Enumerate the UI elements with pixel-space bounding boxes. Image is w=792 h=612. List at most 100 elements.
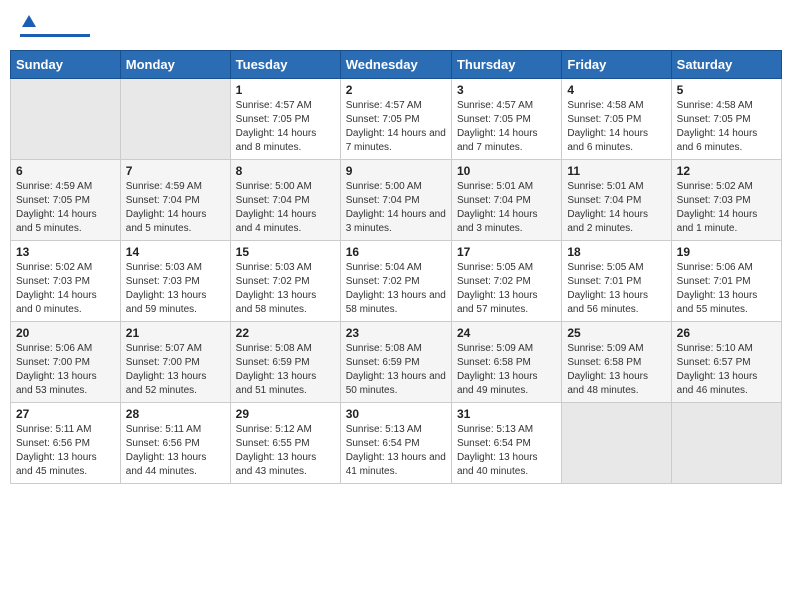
calendar-cell: 29 Sunrise: 5:12 AMSunset: 6:55 PMDayligh…	[230, 403, 340, 484]
calendar-cell	[671, 403, 781, 484]
day-header-friday: Friday	[562, 51, 671, 79]
logo	[20, 15, 90, 37]
day-number: 28	[126, 407, 225, 421]
day-info: Sunrise: 5:01 AMSunset: 7:04 PMDaylight:…	[457, 180, 556, 236]
calendar-cell	[562, 403, 671, 484]
day-number: 27	[16, 407, 115, 421]
day-number: 22	[236, 326, 335, 340]
day-number: 20	[16, 326, 115, 340]
day-number: 6	[16, 164, 115, 178]
day-info: Sunrise: 5:09 AMSunset: 6:58 PMDaylight:…	[567, 342, 665, 398]
day-number: 1	[236, 83, 335, 97]
day-info: Sunrise: 5:02 AMSunset: 7:03 PMDaylight:…	[677, 180, 776, 236]
day-number: 23	[346, 326, 446, 340]
day-header-wednesday: Wednesday	[340, 51, 451, 79]
calendar-cell: 17 Sunrise: 5:05 AMSunset: 7:02 PMDayligh…	[451, 241, 561, 322]
day-info: Sunrise: 5:01 AMSunset: 7:04 PMDaylight:…	[567, 180, 665, 236]
calendar-cell: 11 Sunrise: 5:01 AMSunset: 7:04 PMDayligh…	[562, 160, 671, 241]
day-info: Sunrise: 4:57 AMSunset: 7:05 PMDaylight:…	[457, 99, 556, 155]
day-info: Sunrise: 5:00 AMSunset: 7:04 PMDaylight:…	[346, 180, 446, 236]
day-number: 19	[677, 245, 776, 259]
day-info: Sunrise: 5:00 AMSunset: 7:04 PMDaylight:…	[236, 180, 335, 236]
day-number: 17	[457, 245, 556, 259]
calendar-cell: 20 Sunrise: 5:06 AMSunset: 7:00 PMDayligh…	[11, 322, 121, 403]
day-header-tuesday: Tuesday	[230, 51, 340, 79]
calendar-cell: 24Sunrise: 5:09 AMSunset: 6:58 PMDayligh…	[451, 322, 561, 403]
day-number: 2	[346, 83, 446, 97]
calendar-cell	[120, 79, 230, 160]
calendar-cell: 19 Sunrise: 5:06 AMSunset: 7:01 PMDayligh…	[671, 241, 781, 322]
calendar-cell: 10Sunrise: 5:01 AMSunset: 7:04 PMDayligh…	[451, 160, 561, 241]
day-number: 12	[677, 164, 776, 178]
calendar-cell: 3 Sunrise: 4:57 AMSunset: 7:05 PMDaylight…	[451, 79, 561, 160]
calendar-cell: 2 Sunrise: 4:57 AMSunset: 7:05 PMDaylight…	[340, 79, 451, 160]
day-number: 15	[236, 245, 335, 259]
day-header-saturday: Saturday	[671, 51, 781, 79]
day-number: 7	[126, 164, 225, 178]
day-header-monday: Monday	[120, 51, 230, 79]
day-number: 30	[346, 407, 446, 421]
day-info: Sunrise: 5:04 AMSunset: 7:02 PMDaylight:…	[346, 261, 446, 317]
calendar-cell: 27 Sunrise: 5:11 AMSunset: 6:56 PMDayligh…	[11, 403, 121, 484]
day-number: 18	[567, 245, 665, 259]
calendar-cell: 4Sunrise: 4:58 AMSunset: 7:05 PMDaylight…	[562, 79, 671, 160]
day-info: Sunrise: 4:57 AMSunset: 7:05 PMDaylight:…	[346, 99, 446, 155]
day-number: 29	[236, 407, 335, 421]
day-number: 14	[126, 245, 225, 259]
day-info: Sunrise: 5:12 AMSunset: 6:55 PMDaylight:…	[236, 423, 335, 479]
day-number: 8	[236, 164, 335, 178]
calendar-week-row: 20 Sunrise: 5:06 AMSunset: 7:00 PMDayligh…	[11, 322, 782, 403]
day-number: 3	[457, 83, 556, 97]
day-info: Sunrise: 4:57 AMSunset: 7:05 PMDaylight:…	[236, 99, 335, 155]
header	[10, 10, 782, 42]
calendar-cell: 1 Sunrise: 4:57 AMSunset: 7:05 PMDaylight…	[230, 79, 340, 160]
day-info: Sunrise: 4:59 AMSunset: 7:04 PMDaylight:…	[126, 180, 225, 236]
calendar-cell: 7 Sunrise: 4:59 AMSunset: 7:04 PMDaylight…	[120, 160, 230, 241]
day-number: 9	[346, 164, 446, 178]
calendar-cell: 26Sunrise: 5:10 AMSunset: 6:57 PMDayligh…	[671, 322, 781, 403]
day-info: Sunrise: 5:05 AMSunset: 7:01 PMDaylight:…	[567, 261, 665, 317]
day-info: Sunrise: 5:07 AMSunset: 7:00 PMDaylight:…	[126, 342, 225, 398]
calendar-week-row: 6Sunrise: 4:59 AMSunset: 7:05 PMDaylight…	[11, 160, 782, 241]
logo-underline	[20, 34, 90, 37]
day-info: Sunrise: 4:58 AMSunset: 7:05 PMDaylight:…	[677, 99, 776, 155]
day-info: Sunrise: 5:13 AMSunset: 6:54 PMDaylight:…	[457, 423, 556, 479]
calendar: SundayMondayTuesdayWednesdayThursdayFrid…	[10, 50, 782, 484]
day-number: 16	[346, 245, 446, 259]
calendar-cell: 13Sunrise: 5:02 AMSunset: 7:03 PMDayligh…	[11, 241, 121, 322]
calendar-cell: 16 Sunrise: 5:04 AMSunset: 7:02 PMDayligh…	[340, 241, 451, 322]
day-number: 21	[126, 326, 225, 340]
day-info: Sunrise: 5:13 AMSunset: 6:54 PMDaylight:…	[346, 423, 446, 479]
calendar-cell: 31 Sunrise: 5:13 AMSunset: 6:54 PMDayligh…	[451, 403, 561, 484]
day-number: 5	[677, 83, 776, 97]
calendar-cell: 12 Sunrise: 5:02 AMSunset: 7:03 PMDayligh…	[671, 160, 781, 241]
calendar-header-row: SundayMondayTuesdayWednesdayThursdayFrid…	[11, 51, 782, 79]
calendar-cell: 14Sunrise: 5:03 AMSunset: 7:03 PMDayligh…	[120, 241, 230, 322]
calendar-cell: 18 Sunrise: 5:05 AMSunset: 7:01 PMDayligh…	[562, 241, 671, 322]
day-info: Sunrise: 5:05 AMSunset: 7:02 PMDaylight:…	[457, 261, 556, 317]
calendar-cell: 15Sunrise: 5:03 AMSunset: 7:02 PMDayligh…	[230, 241, 340, 322]
calendar-cell: 23 Sunrise: 5:08 AMSunset: 6:59 PMDayligh…	[340, 322, 451, 403]
calendar-week-row: 13Sunrise: 5:02 AMSunset: 7:03 PMDayligh…	[11, 241, 782, 322]
day-number: 11	[567, 164, 665, 178]
day-info: Sunrise: 5:02 AMSunset: 7:03 PMDaylight:…	[16, 261, 115, 317]
day-number: 25	[567, 326, 665, 340]
day-info: Sunrise: 5:11 AMSunset: 6:56 PMDaylight:…	[16, 423, 115, 479]
calendar-cell: 5 Sunrise: 4:58 AMSunset: 7:05 PMDaylight…	[671, 79, 781, 160]
day-number: 4	[567, 83, 665, 97]
calendar-cell: 6Sunrise: 4:59 AMSunset: 7:05 PMDaylight…	[11, 160, 121, 241]
calendar-cell: 25 Sunrise: 5:09 AMSunset: 6:58 PMDayligh…	[562, 322, 671, 403]
day-info: Sunrise: 5:06 AMSunset: 7:00 PMDaylight:…	[16, 342, 115, 398]
day-info: Sunrise: 5:09 AMSunset: 6:58 PMDaylight:…	[457, 342, 556, 398]
calendar-week-row: 1 Sunrise: 4:57 AMSunset: 7:05 PMDaylight…	[11, 79, 782, 160]
day-header-thursday: Thursday	[451, 51, 561, 79]
calendar-week-row: 27 Sunrise: 5:11 AMSunset: 6:56 PMDayligh…	[11, 403, 782, 484]
day-header-sunday: Sunday	[11, 51, 121, 79]
day-info: Sunrise: 5:08 AMSunset: 6:59 PMDaylight:…	[236, 342, 335, 398]
day-number: 31	[457, 407, 556, 421]
calendar-cell: 8 Sunrise: 5:00 AMSunset: 7:04 PMDaylight…	[230, 160, 340, 241]
day-info: Sunrise: 5:11 AMSunset: 6:56 PMDaylight:…	[126, 423, 225, 479]
day-info: Sunrise: 5:08 AMSunset: 6:59 PMDaylight:…	[346, 342, 446, 398]
day-info: Sunrise: 5:06 AMSunset: 7:01 PMDaylight:…	[677, 261, 776, 317]
day-info: Sunrise: 5:10 AMSunset: 6:57 PMDaylight:…	[677, 342, 776, 398]
